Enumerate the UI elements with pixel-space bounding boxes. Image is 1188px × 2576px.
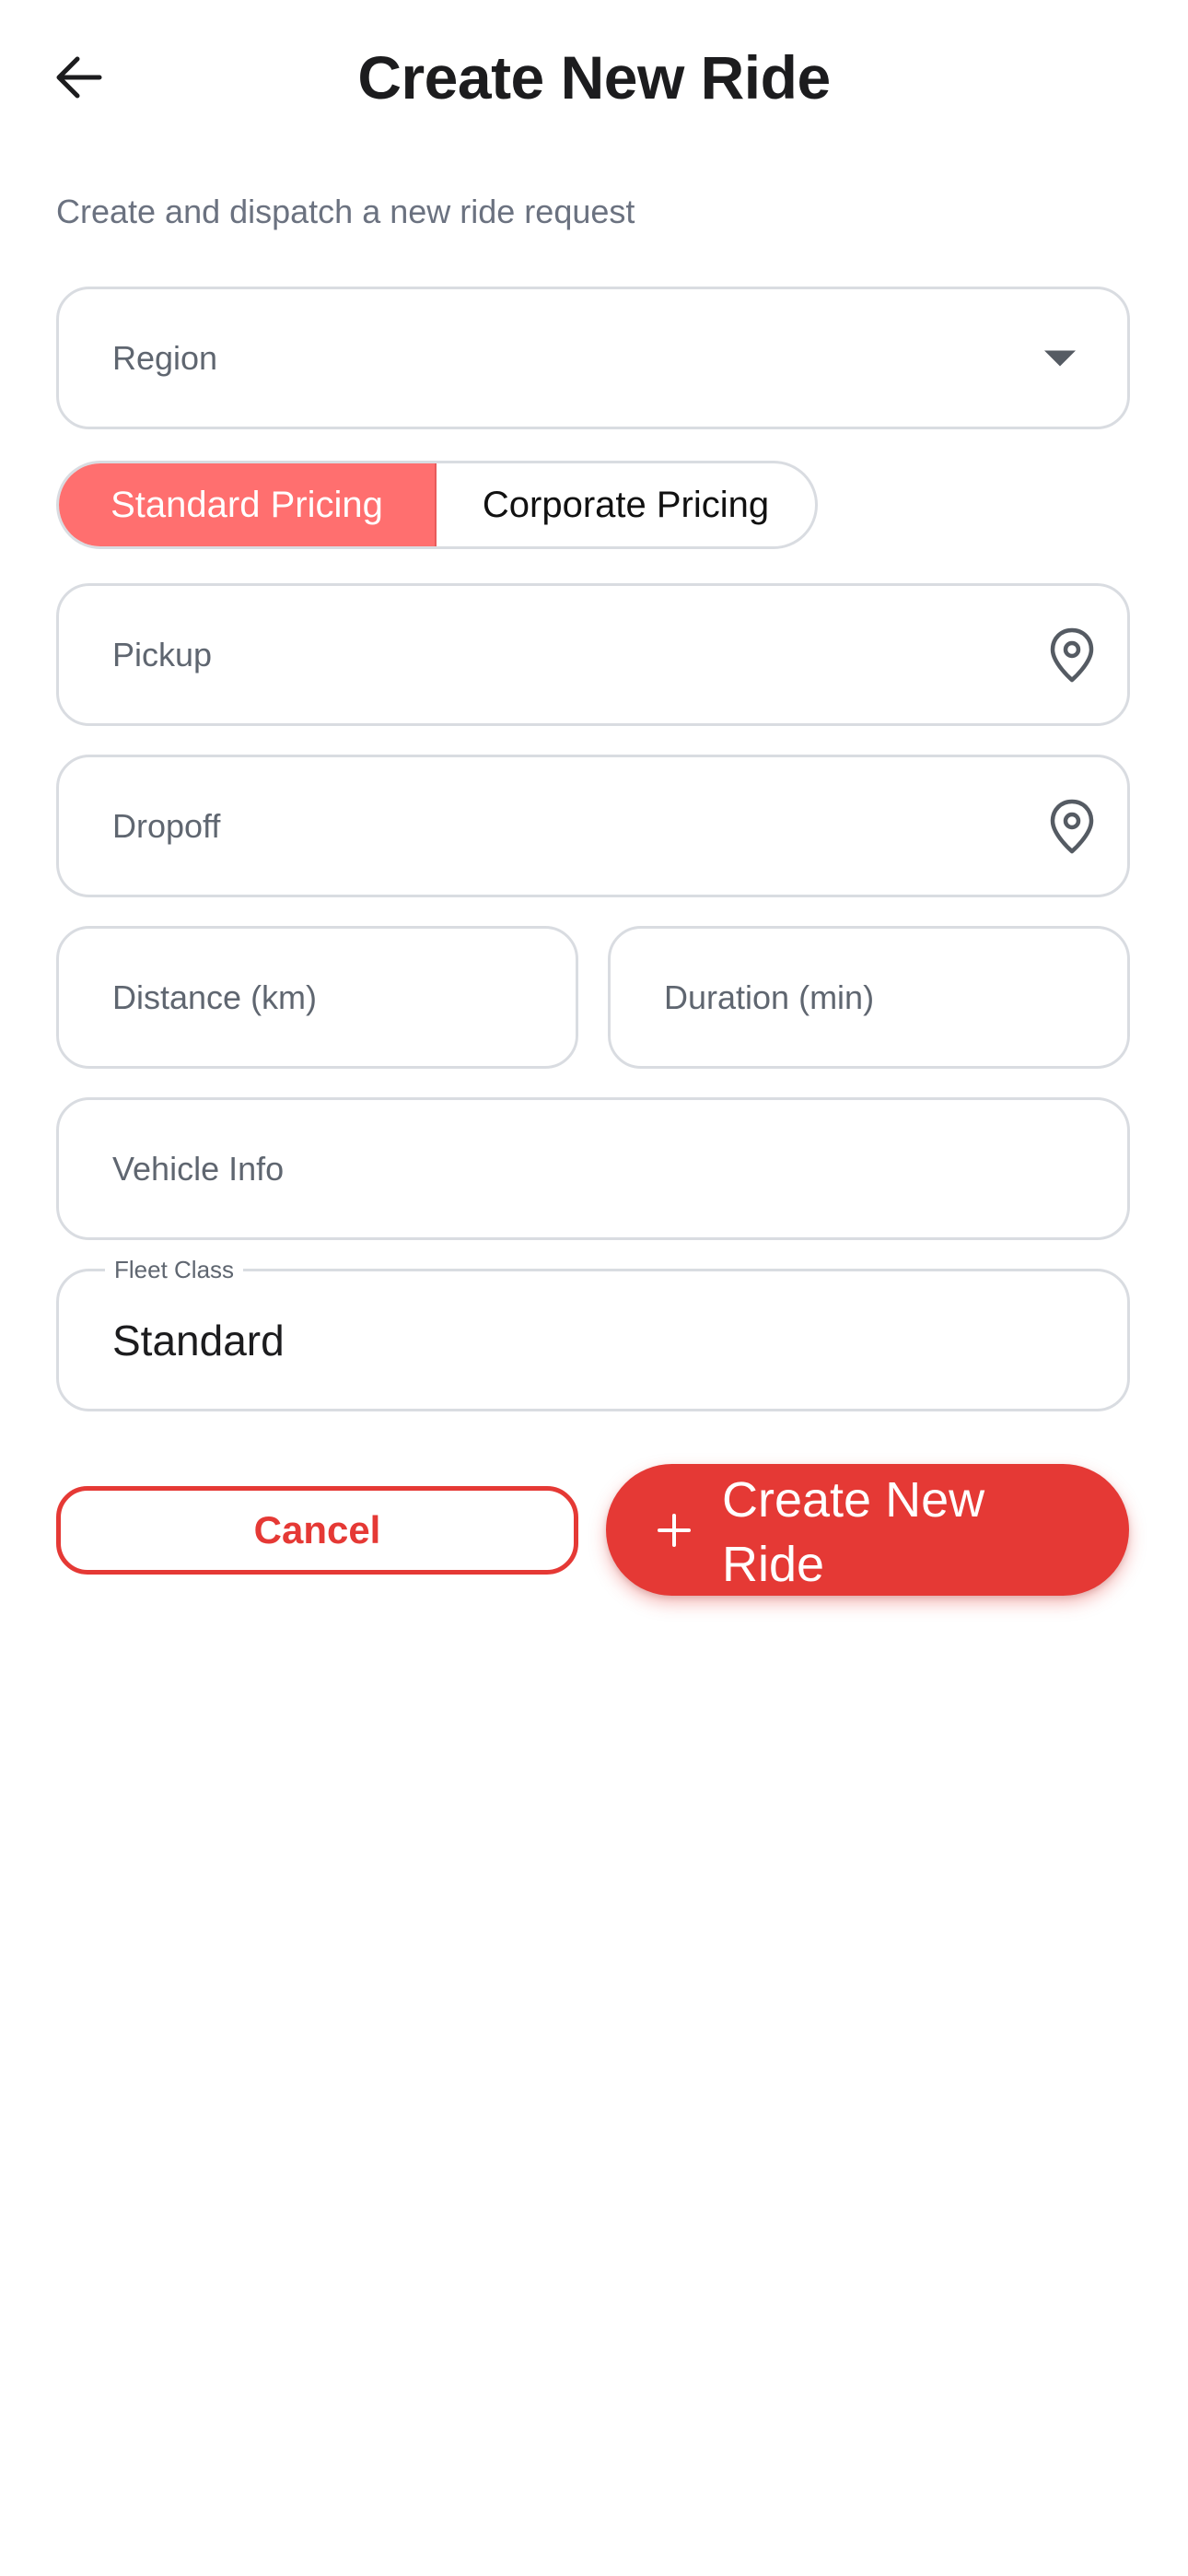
pickup-location-button[interactable] — [1044, 627, 1100, 683]
pricing-toggle: Standard Pricing Corporate Pricing — [56, 461, 818, 549]
create-ride-button[interactable]: Create New Ride — [606, 1464, 1129, 1596]
corporate-pricing-option[interactable]: Corporate Pricing — [437, 463, 815, 546]
pickup-placeholder: Pickup — [112, 635, 213, 673]
duration-placeholder: Duration (min) — [664, 978, 875, 1016]
fleet-class-value: Standard — [112, 1316, 285, 1364]
dropoff-input[interactable]: Dropoff — [56, 755, 1130, 897]
region-select[interactable]: Region — [56, 287, 1130, 429]
page-subtitle: Create and dispatch a new ride request — [56, 193, 635, 230]
app-header: Create New Ride — [0, 0, 1188, 157]
create-ride-label: Create New Ride — [722, 1472, 985, 1592]
plus-icon — [658, 1513, 691, 1547]
vehicle-info-placeholder: Vehicle Info — [112, 1149, 285, 1188]
standard-pricing-option[interactable]: Standard Pricing — [59, 463, 437, 546]
fleet-class-input[interactable]: Fleet Class Standard — [56, 1255, 1130, 1411]
distance-placeholder: Distance (km) — [112, 978, 318, 1016]
distance-input[interactable]: Distance (km) — [56, 926, 578, 1069]
chevron-down-icon — [1044, 350, 1076, 366]
region-placeholder: Region — [112, 338, 218, 377]
cancel-button[interactable]: Cancel — [56, 1486, 578, 1575]
map-pin-icon — [1050, 799, 1094, 853]
page-title: Create New Ride — [357, 43, 831, 111]
map-pin-icon — [1050, 627, 1094, 682]
fleet-class-label: Fleet Class — [105, 1255, 244, 1284]
pickup-input[interactable]: Pickup — [56, 583, 1130, 726]
vehicle-info-input[interactable]: Vehicle Info — [56, 1097, 1130, 1240]
dropoff-location-button[interactable] — [1044, 799, 1100, 854]
dropoff-placeholder: Dropoff — [112, 806, 221, 845]
duration-input[interactable]: Duration (min) — [608, 926, 1130, 1069]
